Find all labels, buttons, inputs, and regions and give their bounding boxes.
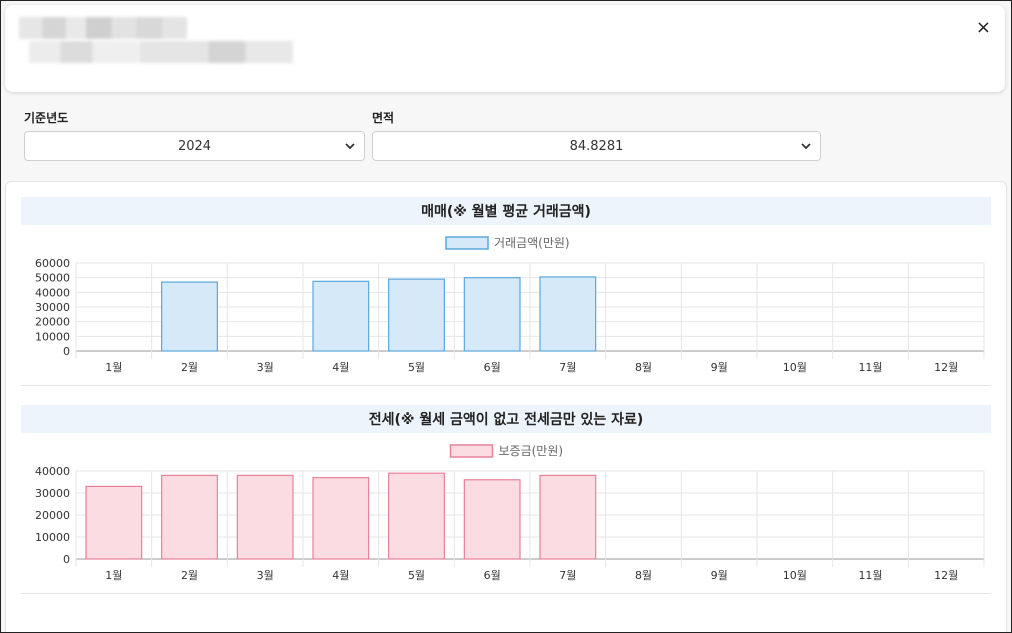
sale-chart: 거래금액(만원) 60000 5000040000 30000 2000010000 0 1… <box>35 236 985 374</box>
modal-window: × 기준년도 2024 면적 84.8281 매매(※ 월별 평균 거래금액) … <box>0 0 1012 633</box>
y-tick-label: 50000 <box>35 272 70 285</box>
legend-swatch <box>449 444 494 458</box>
year-select-value: 2024 <box>177 138 212 154</box>
y-tick-label: 20000 <box>35 316 70 329</box>
jeonse-chart: 보증금(만원) 40000 30000 20000 10000 0 1월 2월 3월 4월 5월 6월… <box>35 444 985 582</box>
legend-label: 거래금액(만원) <box>494 236 570 250</box>
x-tick-label: 1월 <box>105 361 122 374</box>
redacted-subtitle <box>29 41 293 63</box>
modal-header: × <box>5 5 1005 92</box>
x-tick-label: 2월 <box>181 569 198 582</box>
x-tick-label: 12월 <box>934 569 958 582</box>
year-select[interactable]: 2024 <box>24 131 365 161</box>
jeonse-chart-title: 전세(※ 월세 금액이 없고 전세금만 있는 자료) <box>21 405 991 433</box>
bar <box>388 472 445 560</box>
y-tick-label: 40000 <box>35 465 70 478</box>
year-label: 기준년도 <box>24 111 69 125</box>
bar <box>236 474 294 560</box>
chevron-down-icon <box>345 143 355 150</box>
x-tick-label: 11월 <box>858 569 882 582</box>
close-icon[interactable]: × <box>976 19 991 37</box>
x-tick-label: 3월 <box>257 361 274 374</box>
chevron-down-icon <box>801 143 811 150</box>
x-tick-label: 1월 <box>105 569 122 582</box>
x-tick-label: 8월 <box>635 361 652 374</box>
area-select[interactable]: 84.8281 <box>372 131 821 161</box>
legend-label: 보증금(만원) <box>499 444 564 458</box>
y-tick-label: 0 <box>63 553 70 566</box>
x-tick-label: 7월 <box>559 361 576 374</box>
x-tick-label: 12월 <box>934 361 958 374</box>
y-tick-label: 20000 <box>35 509 70 522</box>
bar <box>388 278 445 352</box>
y-tick-label: 0 <box>63 345 70 358</box>
bar <box>463 277 521 352</box>
x-tick-label: 4월 <box>332 361 349 374</box>
legend-swatch <box>445 236 489 250</box>
y-tick-label: 10000 <box>35 531 70 544</box>
chart-divider <box>21 385 991 386</box>
y-tick-label: 30000 <box>35 301 70 314</box>
bar <box>161 281 218 352</box>
x-tick-label: 7월 <box>559 569 576 582</box>
chart-divider <box>21 593 991 594</box>
bar <box>539 474 597 560</box>
x-tick-label: 6월 <box>484 569 501 582</box>
bar <box>312 476 370 560</box>
bar <box>85 485 143 560</box>
bar <box>161 474 218 560</box>
x-tick-label: 9월 <box>711 361 728 374</box>
redacted-title <box>19 17 187 39</box>
area-select-value: 84.8281 <box>569 138 624 154</box>
charts-panel: 매매(※ 월별 평균 거래금액) 거래금액(만원) 60000 50000 40000… <box>5 181 1007 632</box>
x-tick-label: 10월 <box>783 361 807 374</box>
bar <box>312 280 370 352</box>
x-tick-label: 5월 <box>408 361 425 374</box>
x-tick-label: 6월 <box>484 361 501 374</box>
y-tick-label: 60000 <box>35 257 70 270</box>
bar <box>463 479 521 560</box>
x-tick-label: 5월 <box>408 569 425 582</box>
x-tick-label: 2월 <box>181 361 198 374</box>
x-tick-label: 10월 <box>783 569 807 582</box>
bar <box>539 276 597 352</box>
sale-chart-title: 매매(※ 월별 평균 거래금액) <box>21 197 991 225</box>
y-tick-label: 40000 <box>35 286 70 299</box>
area-label: 면적 <box>372 111 395 125</box>
y-tick-label: 10000 <box>35 330 70 343</box>
x-tick-label: 3월 <box>257 569 274 582</box>
x-tick-label: 8월 <box>635 569 652 582</box>
x-tick-label: 4월 <box>332 569 349 582</box>
x-tick-label: 9월 <box>711 569 728 582</box>
y-tick-label: 30000 <box>35 487 70 500</box>
x-tick-label: 11월 <box>858 361 882 374</box>
